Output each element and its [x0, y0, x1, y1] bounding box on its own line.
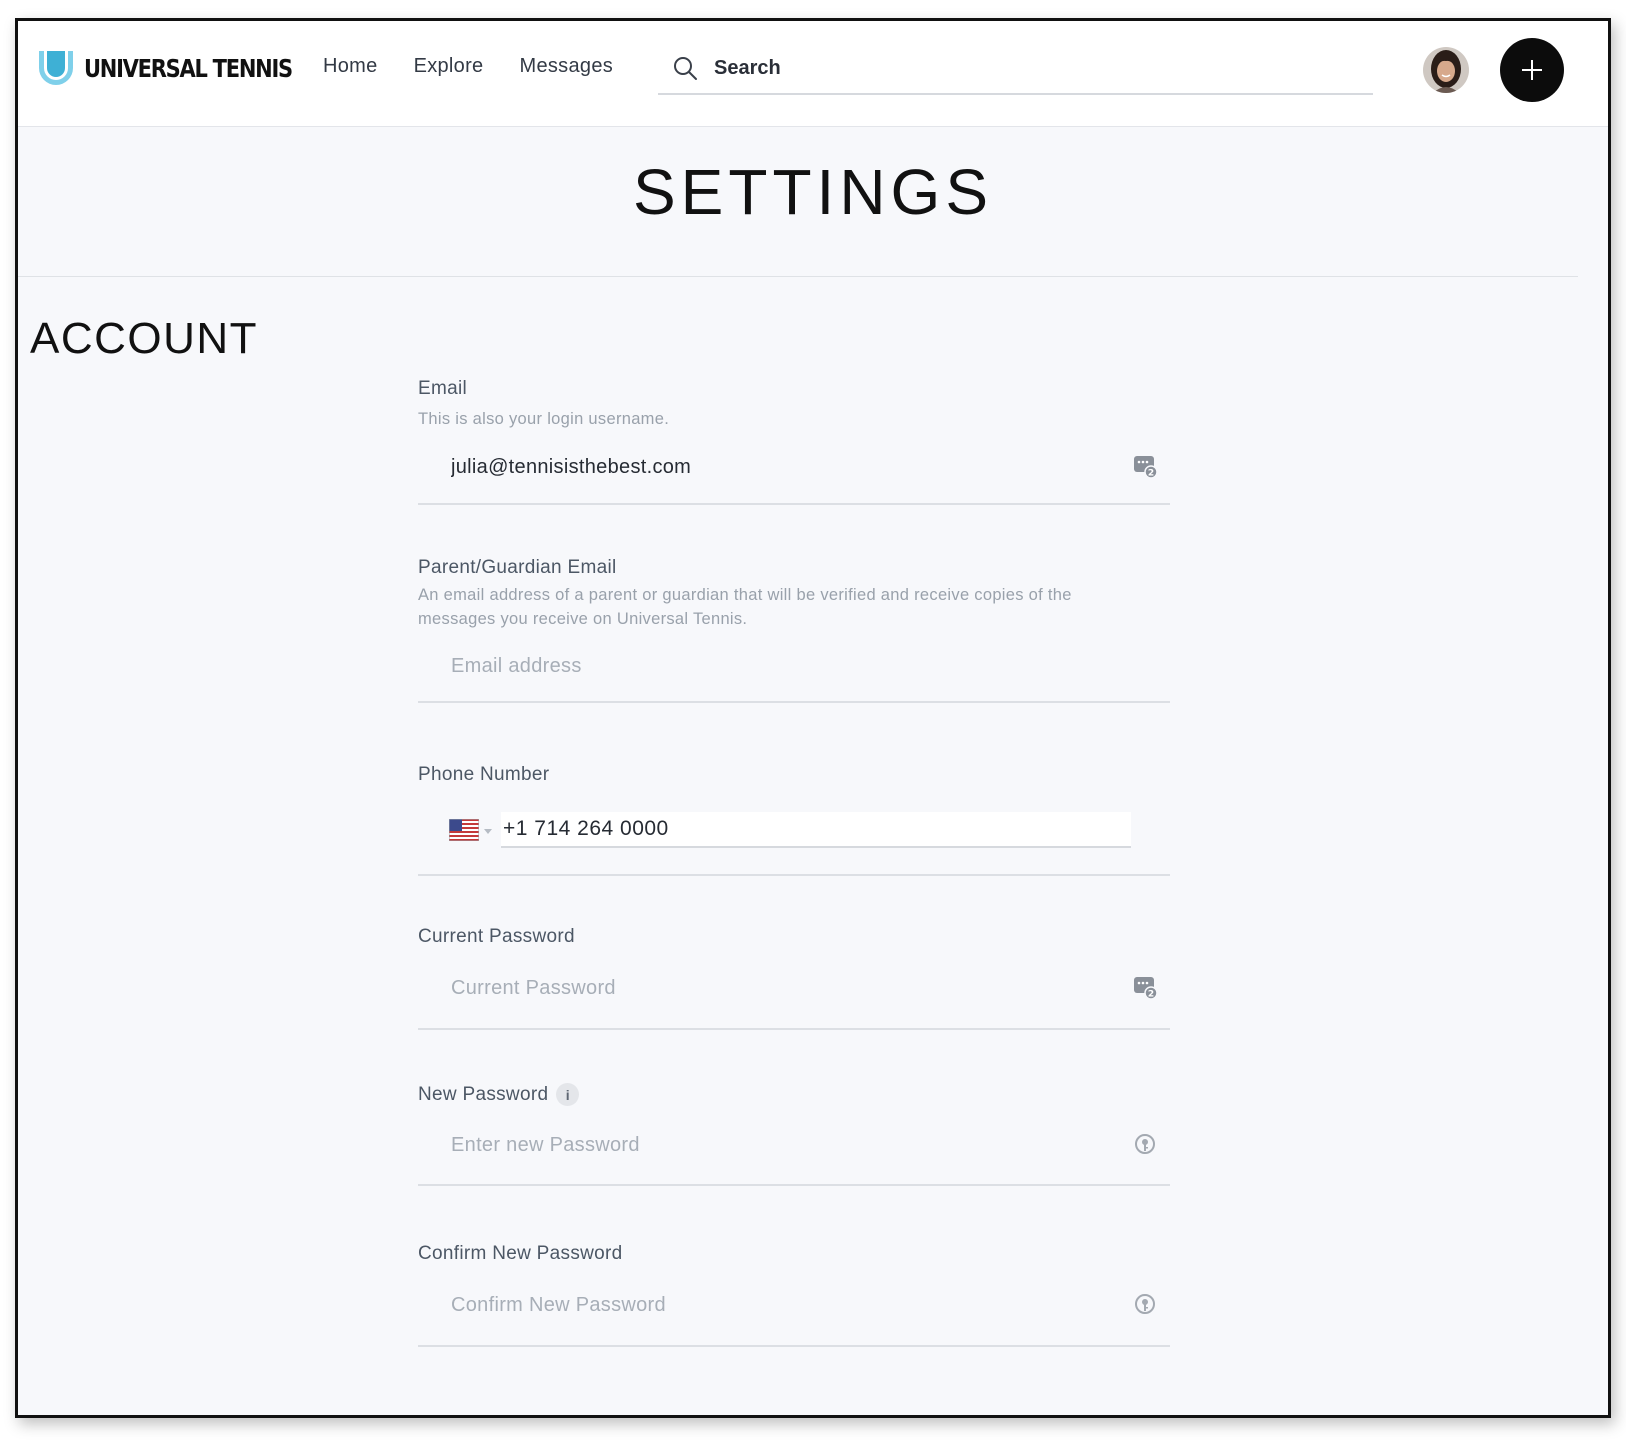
section-title: ACCOUNT	[30, 314, 259, 363]
confirm-password-label: Confirm New Password	[418, 1243, 623, 1264]
chevron-down-icon	[484, 829, 492, 834]
new-password-field[interactable]	[418, 1106, 1170, 1186]
top-nav-bar: UNIVERSAL TENNIS Home Explore Messages	[18, 21, 1608, 127]
plus-icon	[1522, 60, 1542, 80]
search-icon	[674, 57, 697, 80]
confirm-password-field[interactable]	[418, 1265, 1170, 1347]
key-icon[interactable]	[1132, 1292, 1158, 1318]
email-label: Email	[418, 378, 468, 399]
search-bar[interactable]	[658, 43, 1373, 95]
email-input[interactable]	[449, 454, 1089, 480]
phone-input-box[interactable]	[501, 812, 1131, 848]
password-manager-icon[interactable]: 2	[1132, 454, 1158, 480]
current-password-label: Current Password	[418, 926, 575, 947]
nav-messages[interactable]: Messages	[519, 55, 613, 78]
email-help: This is also your login username.	[418, 410, 670, 428]
search-input[interactable]	[712, 55, 1312, 81]
phone-input[interactable]	[501, 816, 1131, 842]
phone-field	[418, 786, 1170, 876]
phone-section: Phone Number	[418, 764, 1170, 876]
guardian-email-section: Parent/Guardian Email An email address o…	[418, 557, 1170, 703]
logo-mark-icon	[39, 51, 73, 85]
country-selector[interactable]	[449, 819, 492, 841]
key-icon[interactable]	[1132, 1132, 1158, 1158]
brand-logo[interactable]: UNIVERSAL TENNIS	[34, 46, 331, 90]
app-window: UNIVERSAL TENNIS Home Explore Messages S…	[15, 18, 1611, 1418]
new-password-label: New Password i	[418, 1083, 1170, 1106]
phone-label: Phone Number	[418, 764, 550, 785]
email-field[interactable]: 2	[418, 431, 1170, 505]
guardian-email-help: An email address of a parent or guardian…	[418, 586, 1072, 628]
new-password-section: New Password i	[418, 1083, 1170, 1186]
confirm-password-input[interactable]	[449, 1292, 1089, 1318]
current-password-input[interactable]	[449, 975, 1089, 1001]
avatar[interactable]	[1423, 47, 1469, 93]
nav-home[interactable]: Home	[323, 55, 378, 78]
user-avatar-icon	[1423, 47, 1469, 93]
main-nav: Home Explore Messages	[323, 55, 649, 78]
page-title: SETTINGS	[632, 156, 994, 228]
email-section: Email This is also your login username. …	[418, 378, 1170, 505]
brand-name: UNIVERSAL TENNIS	[84, 53, 293, 83]
new-password-label-text: New Password	[418, 1083, 549, 1105]
confirm-password-section: Confirm New Password	[418, 1243, 1170, 1347]
guardian-email-input[interactable]	[449, 653, 1089, 679]
svg-text:2: 2	[1148, 469, 1154, 479]
new-password-input[interactable]	[449, 1132, 1089, 1158]
info-icon[interactable]: i	[556, 1083, 580, 1106]
current-password-field[interactable]: 2	[418, 948, 1170, 1030]
guardian-email-label: Parent/Guardian Email	[418, 557, 617, 578]
password-manager-icon[interactable]: 2	[1132, 975, 1158, 1001]
nav-explore[interactable]: Explore	[414, 55, 484, 78]
add-button[interactable]	[1500, 38, 1564, 102]
svg-text:2: 2	[1148, 990, 1154, 1000]
us-flag-icon	[449, 819, 479, 841]
divider	[18, 276, 1578, 277]
current-password-section: Current Password 2	[418, 926, 1170, 1030]
guardian-email-field[interactable]	[418, 631, 1170, 703]
